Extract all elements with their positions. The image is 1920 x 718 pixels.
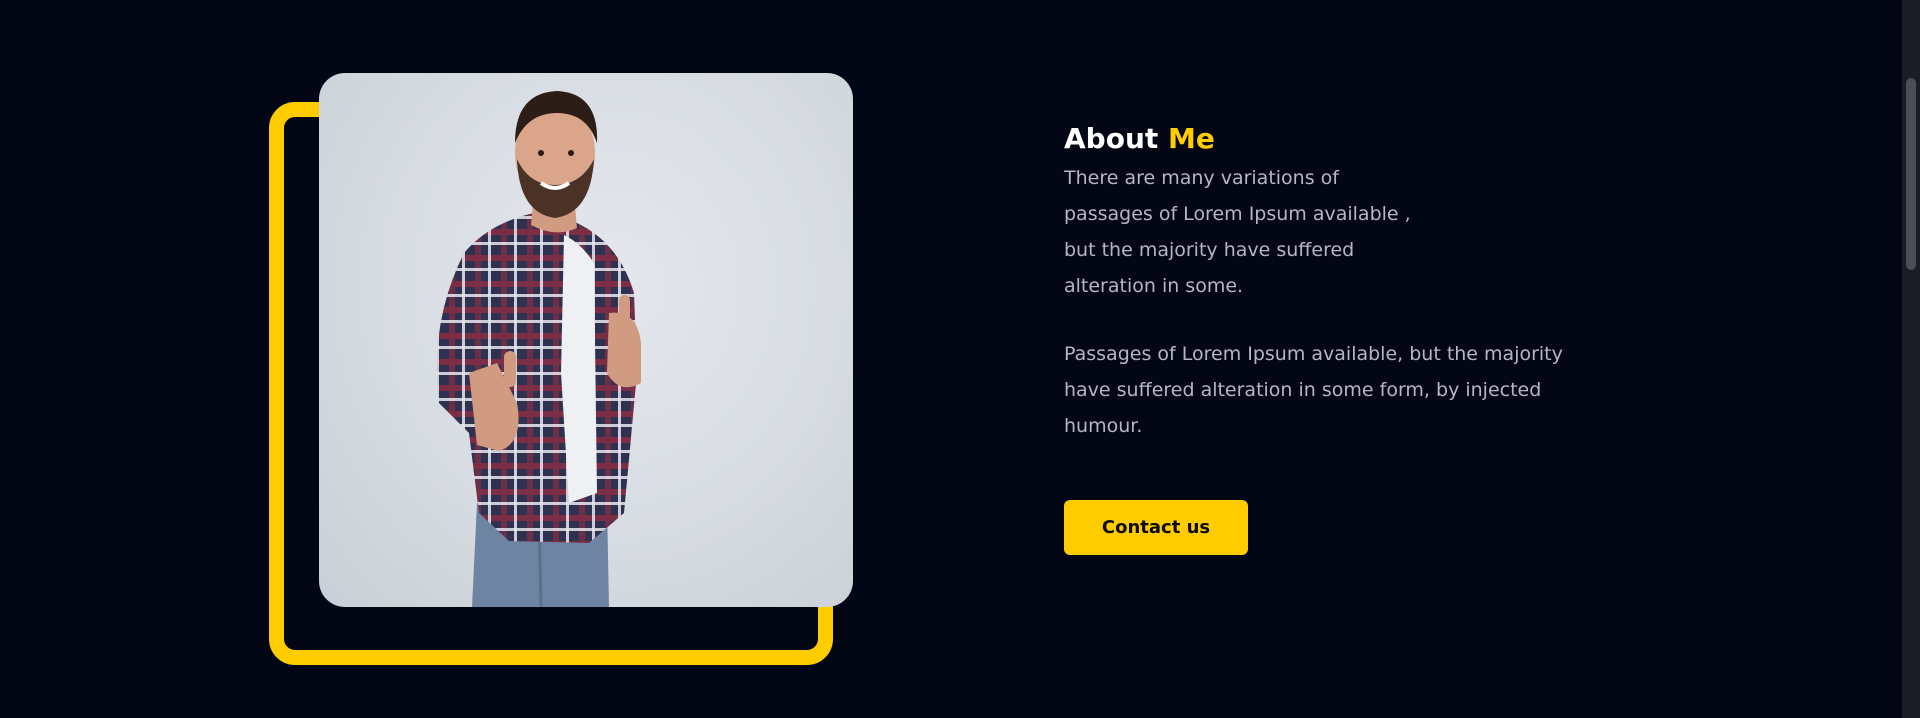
about-paragraph-2: Passages of Lorem Ipsum available, but t… <box>1064 343 1563 437</box>
about-section: About Me There are many variations of pa… <box>0 0 1920 718</box>
about-title: About Me <box>1064 118 1624 160</box>
vertical-scrollbar[interactable] <box>1902 0 1920 718</box>
about-content: About Me There are many variations of pa… <box>1064 118 1624 555</box>
person-thumbs-up-photo-icon <box>436 91 641 607</box>
about-paragraph-1: There are many variations of passages of… <box>1064 167 1411 297</box>
about-title-accent: Me <box>1168 122 1215 155</box>
about-title-main: About <box>1064 122 1159 155</box>
scrollbar-thumb[interactable] <box>1906 78 1916 270</box>
contact-us-button[interactable]: Contact us <box>1064 500 1248 555</box>
profile-photo <box>319 73 853 607</box>
